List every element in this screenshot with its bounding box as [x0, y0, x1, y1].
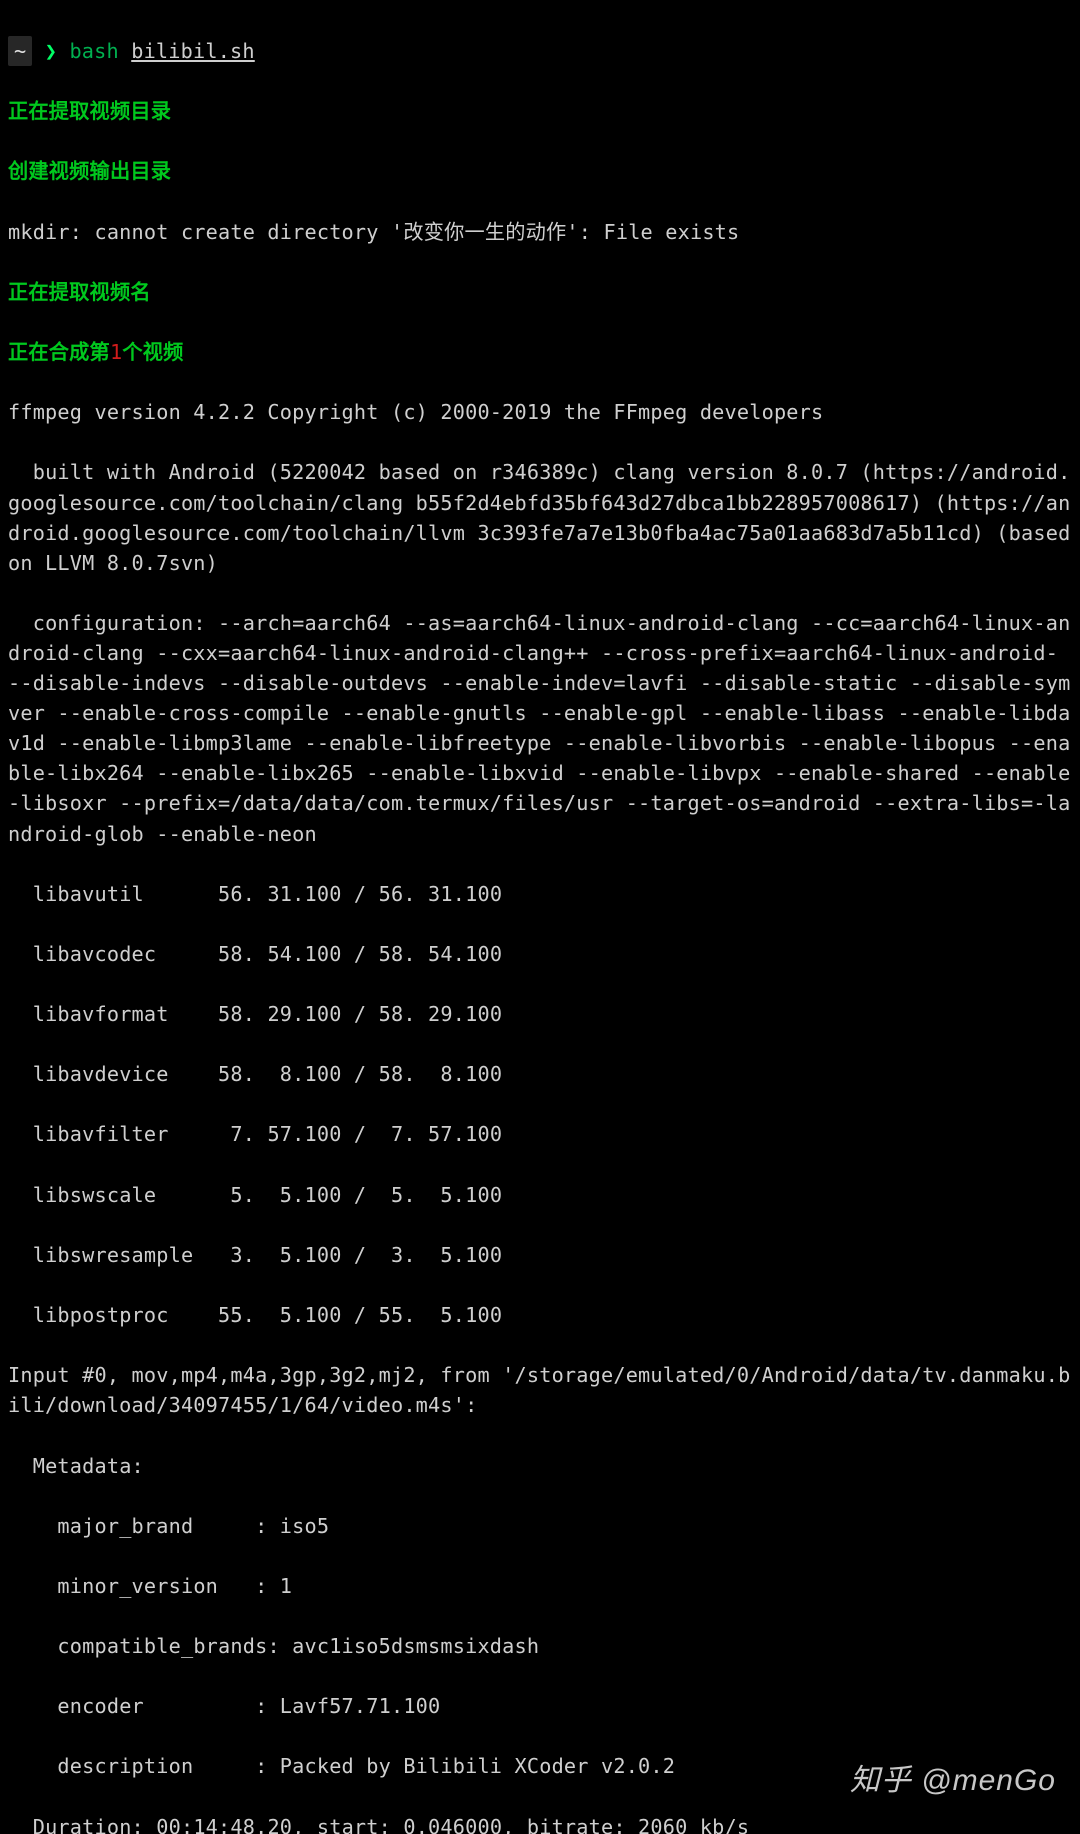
status-line: 正在提取视频目录	[8, 96, 1072, 126]
lib-version: libswscale 5. 5.100 / 5. 5.100	[8, 1180, 1072, 1210]
ffmpeg-banner: ffmpeg version 4.2.2 Copyright (c) 2000-…	[8, 397, 1072, 427]
mkdir-error: mkdir: cannot create directory '改变你一生的动作…	[8, 217, 1072, 247]
metadata-kv: encoder : Lavf57.71.100	[8, 1691, 1072, 1721]
input-header: Input #0, mov,mp4,m4a,3gp,3g2,mj2, from …	[8, 1360, 1072, 1420]
command-name: bash	[69, 39, 118, 63]
prompt-cwd: ~	[14, 39, 26, 63]
prompt-line[interactable]: ~ ❯ bash bilibil.sh	[8, 36, 1072, 66]
status-line: 正在提取视频名	[8, 277, 1072, 307]
duration-line: Duration: 00:14:48.20, start: 0.046000, …	[8, 1812, 1072, 1834]
metadata-kv: compatible_brands: avc1iso5dsmsmsixdash	[8, 1631, 1072, 1661]
lib-version: libavdevice 58. 8.100 / 58. 8.100	[8, 1059, 1072, 1089]
ffmpeg-build: built with Android (5220042 based on r34…	[8, 457, 1072, 577]
prompt-arrow-icon: ❯	[45, 39, 57, 63]
lib-version: libavcodec 58. 54.100 / 58. 54.100	[8, 939, 1072, 969]
terminal-output[interactable]: ~ ❯ bash bilibil.sh 正在提取视频目录 创建视频输出目录 mk…	[0, 0, 1080, 1834]
metadata-kv: major_brand : iso5	[8, 1511, 1072, 1541]
ffmpeg-config: configuration: --arch=aarch64 --as=aarch…	[8, 608, 1072, 849]
status-line: 正在合成第1个视频	[8, 337, 1072, 367]
lib-version: libavformat 58. 29.100 / 58. 29.100	[8, 999, 1072, 1029]
status-line: 创建视频输出目录	[8, 156, 1072, 186]
lib-version: libavfilter 7. 57.100 / 7. 57.100	[8, 1119, 1072, 1149]
command-arg: bilibil.sh	[131, 39, 255, 63]
metadata-kv: description : Packed by Bilibili XCoder …	[8, 1751, 1072, 1781]
lib-version: libpostproc 55. 5.100 / 55. 5.100	[8, 1300, 1072, 1330]
metadata-label: Metadata:	[8, 1451, 1072, 1481]
metadata-kv: minor_version : 1	[8, 1571, 1072, 1601]
lib-version: libavutil 56. 31.100 / 56. 31.100	[8, 879, 1072, 909]
lib-version: libswresample 3. 5.100 / 3. 5.100	[8, 1240, 1072, 1270]
